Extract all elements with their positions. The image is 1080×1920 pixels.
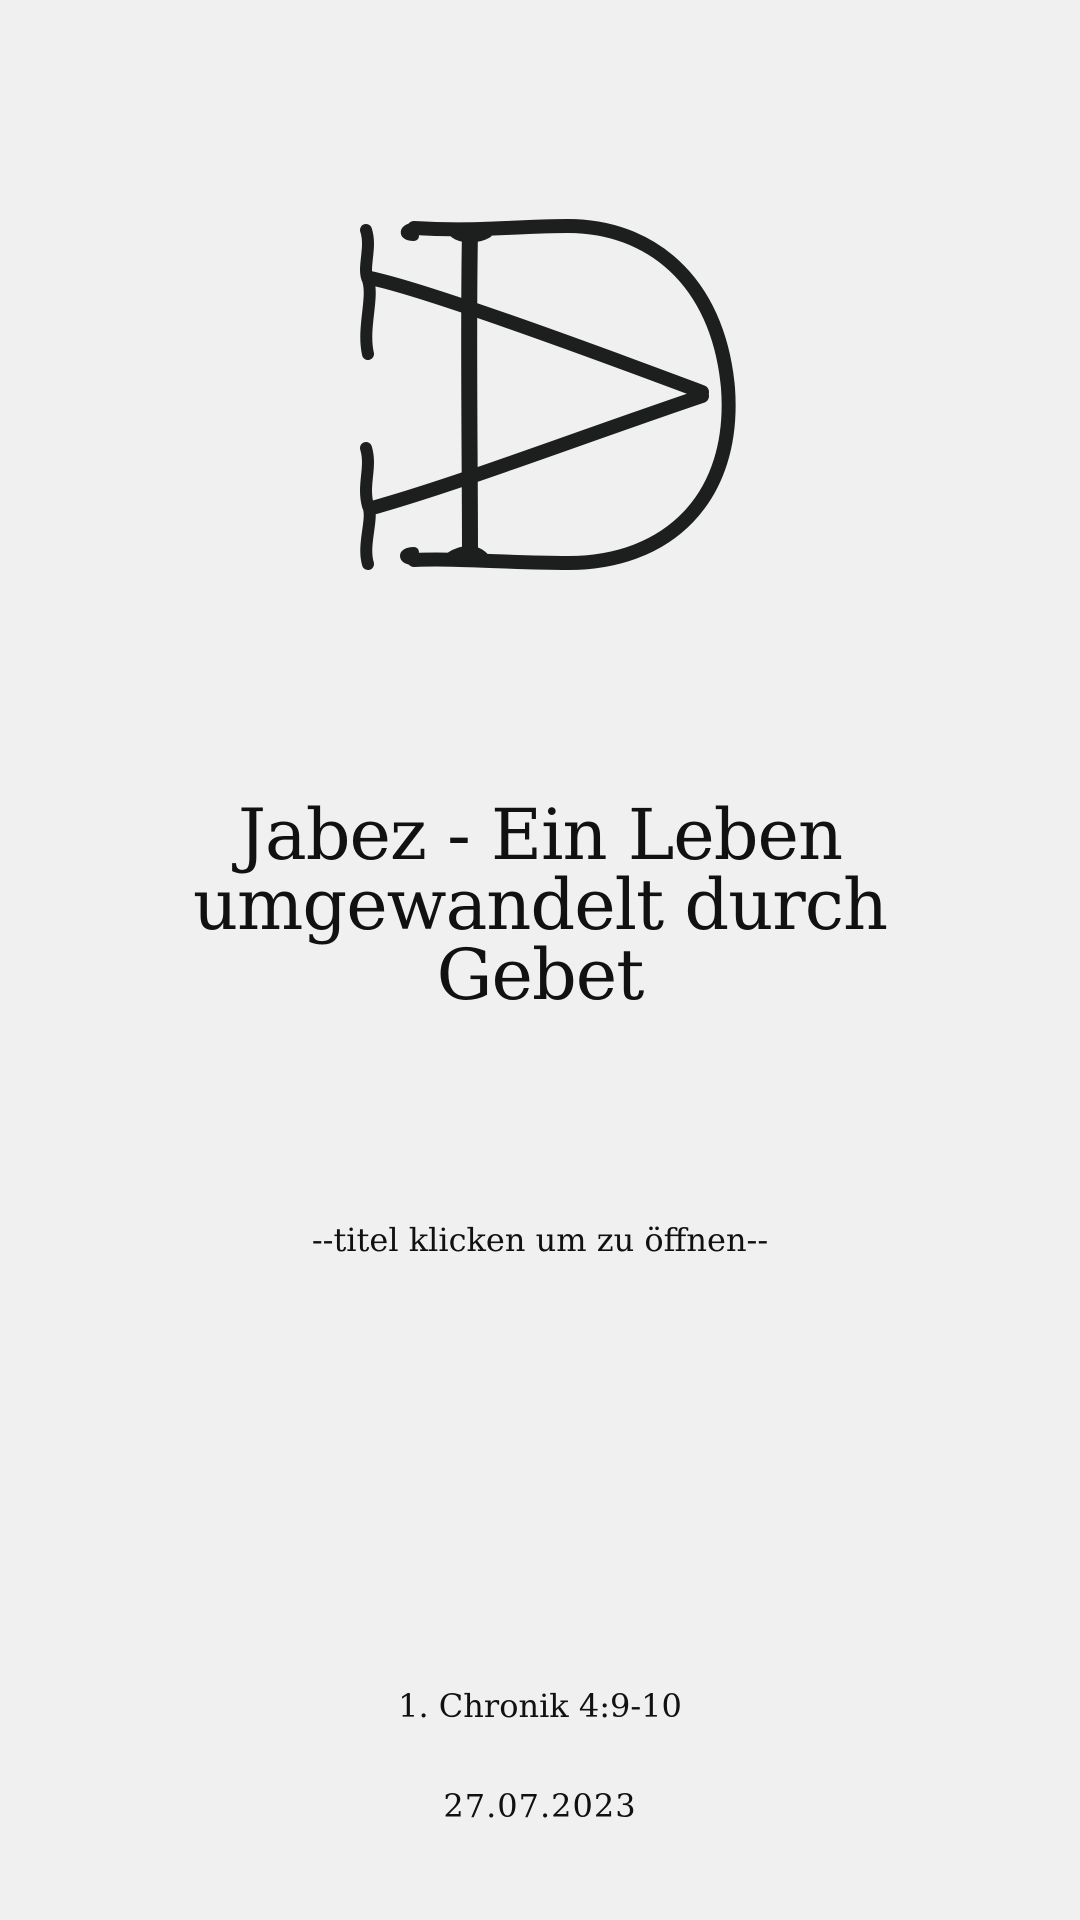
bible-reference: 1. Chronik 4:9-10 xyxy=(398,1687,682,1725)
open-hint: --titel klicken um zu öffnen-- xyxy=(311,1221,769,1259)
document-title[interactable]: Jabez - Ein Leben umgewandelt durch Gebe… xyxy=(80,800,1000,1010)
date-label: 27.07.2023 xyxy=(443,1787,637,1825)
jd-monogram-icon xyxy=(358,218,748,574)
